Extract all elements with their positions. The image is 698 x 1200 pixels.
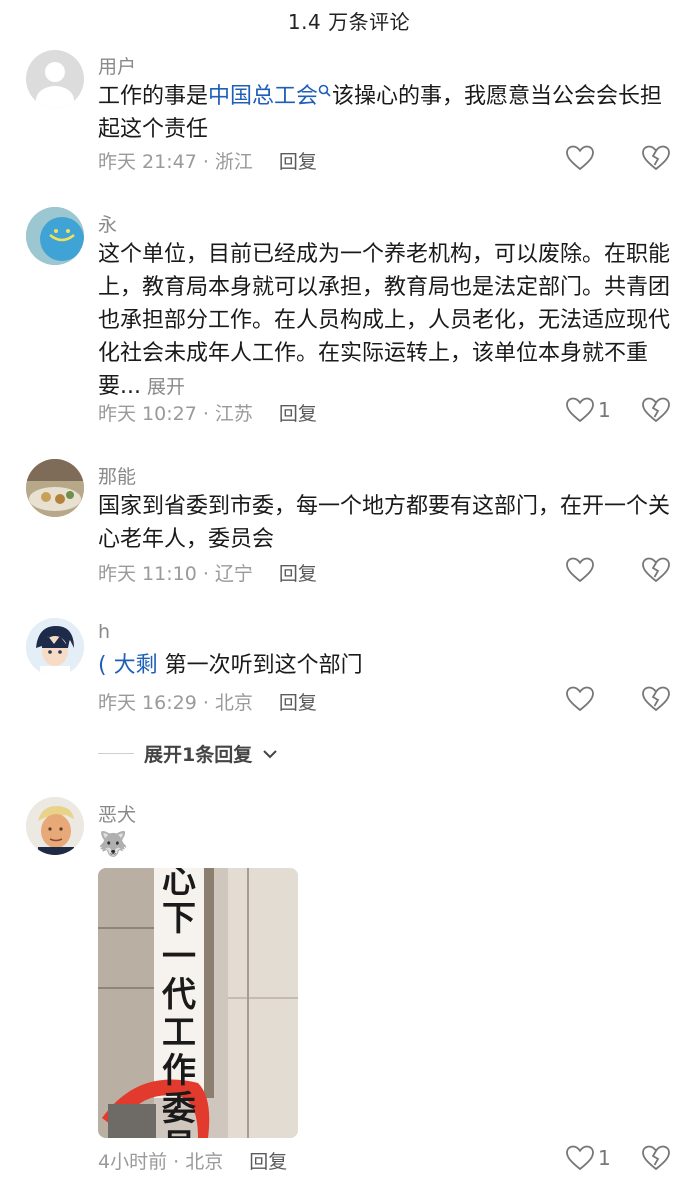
reply-button[interactable]: 回复 bbox=[279, 559, 317, 586]
heart-outline-icon bbox=[566, 397, 594, 423]
reply-button[interactable]: 回复 bbox=[279, 688, 317, 715]
comment-meta: 昨天 11:10 · 辽宁 回复 bbox=[98, 559, 317, 586]
search-link[interactable]: 中国总工会 bbox=[208, 84, 318, 109]
comment-emoji: 🐺 bbox=[98, 830, 128, 858]
broken-heart-icon bbox=[642, 145, 670, 171]
avatar[interactable] bbox=[26, 459, 84, 517]
photo-sign-text: 心下一代工作委员会 bbox=[162, 868, 196, 1138]
broken-heart-icon bbox=[642, 557, 670, 583]
reply-button[interactable]: 回复 bbox=[249, 1147, 287, 1174]
expand-replies-button[interactable]: 展开1条回复 bbox=[98, 740, 278, 767]
dislike-button[interactable] bbox=[642, 686, 670, 716]
like-button[interactable]: 1 bbox=[566, 397, 611, 423]
timestamp-location: 昨天 10:27 · 江苏 bbox=[98, 403, 253, 425]
comment-text: 国家到省委到市委，每一个地方都要有这部门，在开一个关心老年人，委员会 bbox=[98, 490, 678, 556]
timestamp-location: 昨天 16:29 · 北京 bbox=[98, 692, 253, 714]
reply-button[interactable]: 回复 bbox=[279, 399, 317, 426]
broken-heart-icon bbox=[642, 1145, 670, 1171]
like-button[interactable] bbox=[566, 686, 594, 712]
comments-header: 1.4 万条评论 bbox=[0, 0, 698, 40]
comment-photo[interactable]: 心下一代工作委员会 bbox=[98, 868, 298, 1138]
broken-heart-icon bbox=[642, 686, 670, 712]
comment-text-part: 工作的事是 bbox=[98, 84, 209, 109]
dislike-button[interactable] bbox=[642, 557, 670, 587]
divider bbox=[98, 753, 134, 754]
like-button[interactable] bbox=[566, 145, 594, 171]
username[interactable]: h bbox=[98, 621, 110, 643]
timestamp-location: 昨天 11:10 · 辽宁 bbox=[98, 563, 253, 585]
reply-button[interactable]: 回复 bbox=[279, 147, 317, 174]
timestamp-location: 昨天 21:47 · 浙江 bbox=[98, 151, 253, 173]
comment-text-part: 第一次听到这个部门 bbox=[157, 653, 363, 678]
avatar[interactable] bbox=[26, 797, 84, 855]
heart-outline-icon bbox=[566, 1145, 594, 1171]
dislike-button[interactable] bbox=[642, 145, 670, 175]
comment-text: 工作的事是中国总工会 该操心的事，我愿意当公会会长担起这个责任 bbox=[98, 80, 678, 146]
avatar[interactable] bbox=[26, 207, 84, 265]
heart-outline-icon bbox=[566, 686, 594, 712]
like-button[interactable]: 1 bbox=[566, 1145, 611, 1171]
comment-count-title: 1.4 万条评论 bbox=[287, 9, 411, 34]
dislike-button[interactable] bbox=[642, 397, 670, 427]
avatar[interactable] bbox=[26, 618, 84, 676]
timestamp-location: 4小时前 · 北京 bbox=[98, 1151, 224, 1173]
expand-replies-label: 展开1条回复 bbox=[144, 744, 253, 766]
comment-meta: 4小时前 · 北京 回复 bbox=[98, 1147, 287, 1174]
username[interactable]: 永 bbox=[98, 210, 117, 237]
comment-meta: 昨天 16:29 · 北京 回复 bbox=[98, 688, 317, 715]
dislike-button[interactable] bbox=[642, 1145, 670, 1175]
search-icon[interactable] bbox=[318, 84, 332, 98]
comment-text-part: 国家到省委到市委，每一个地方都要有这部门，在开一个关心老年人，委员会 bbox=[98, 494, 671, 552]
broken-heart-icon bbox=[642, 397, 670, 423]
comment-text: ( 大剩 第一次听到这个部门 bbox=[98, 649, 678, 682]
comment-text: 这个单位，目前已经成为一个养老机构，可以废除。在职能上，教育局本身就可以承担，教… bbox=[98, 238, 678, 404]
mention-link[interactable]: ( 大剩 bbox=[98, 653, 158, 678]
chevron-down-icon bbox=[263, 749, 277, 758]
like-count: 1 bbox=[598, 1146, 611, 1170]
heart-outline-icon bbox=[566, 145, 594, 171]
like-button[interactable] bbox=[566, 557, 594, 583]
like-count: 1 bbox=[598, 398, 611, 422]
username[interactable]: 那能 bbox=[98, 462, 136, 489]
username[interactable]: 用户 bbox=[98, 52, 136, 79]
avatar[interactable] bbox=[26, 50, 84, 108]
heart-outline-icon bbox=[566, 557, 594, 583]
username[interactable]: 恶犬 bbox=[98, 800, 136, 827]
comment-meta: 昨天 10:27 · 江苏 回复 bbox=[98, 399, 317, 426]
expand-text-button[interactable]: 展开 bbox=[147, 376, 185, 398]
comment-meta: 昨天 21:47 · 浙江 回复 bbox=[98, 147, 317, 174]
